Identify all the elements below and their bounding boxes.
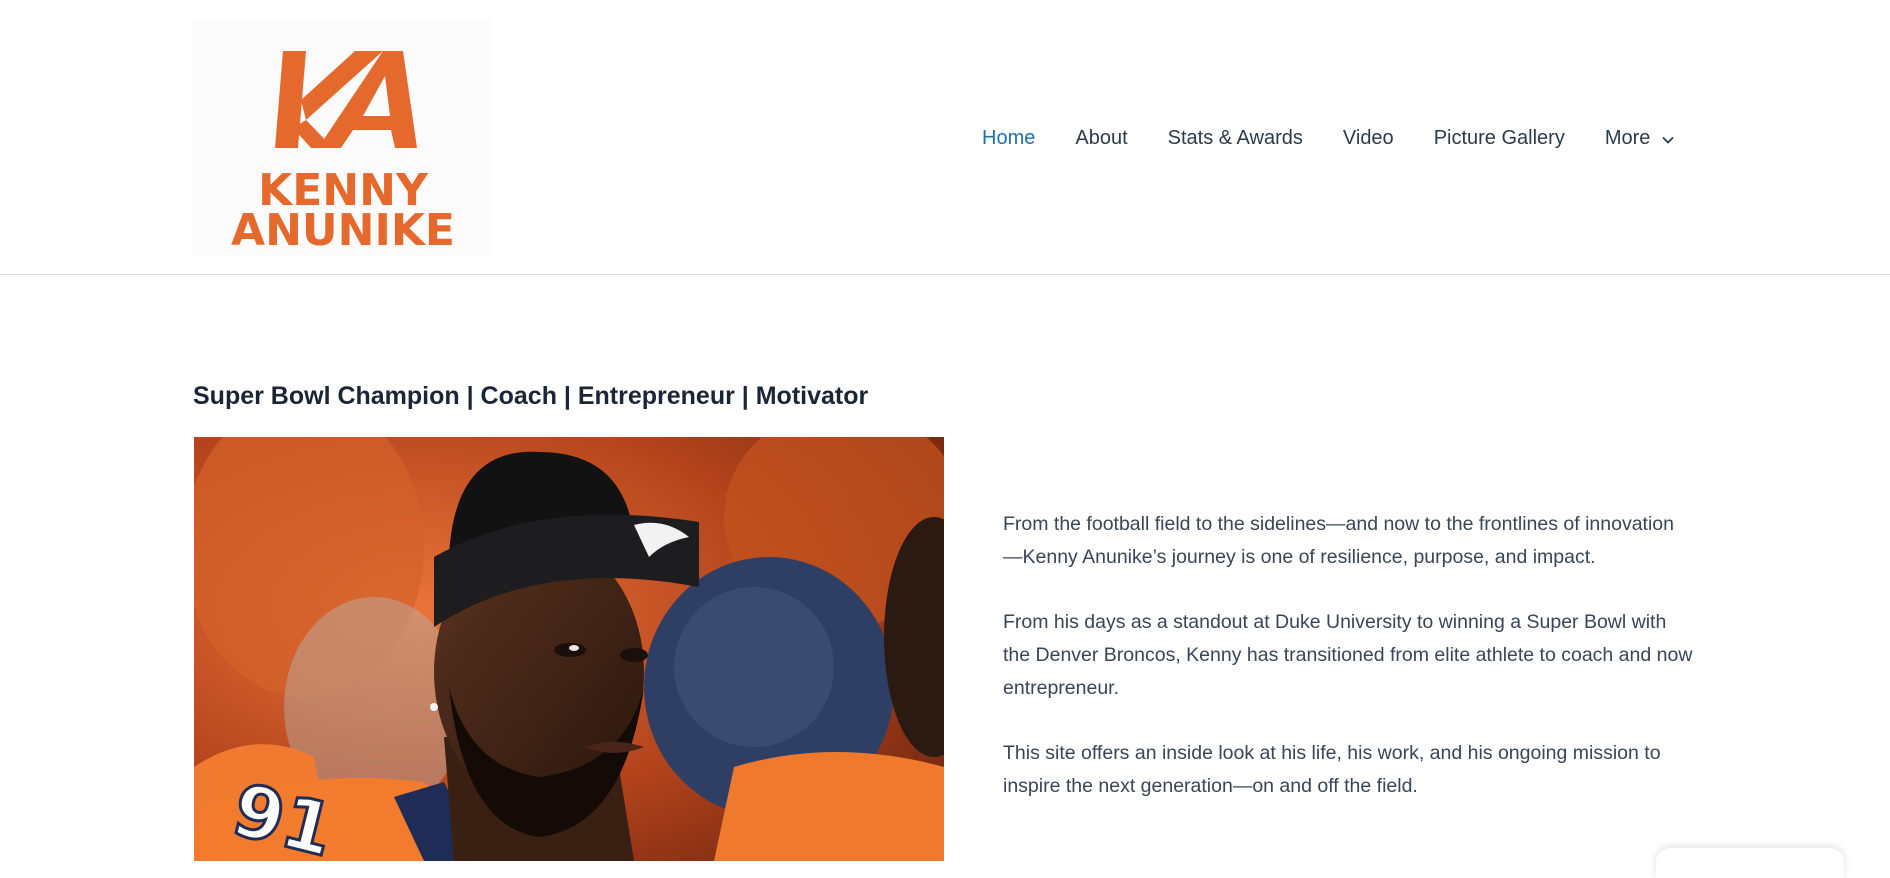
intro-text: From the football field to the sidelines…	[1003, 508, 1693, 835]
logo-line2: ANUNIKE	[231, 205, 455, 255]
logo-monogram	[275, 51, 417, 148]
chevron-down-icon	[1662, 127, 1675, 150]
chat-widget[interactable]	[1656, 848, 1844, 878]
logo-graphic: KENNY ANUNIKE	[231, 51, 455, 255]
nav-item-label: More	[1604, 126, 1651, 149]
nav-item-more[interactable]: More	[1605, 127, 1675, 150]
nav-item-video[interactable]: Video	[1343, 127, 1394, 150]
hero-photo: 91	[194, 437, 944, 861]
nav-item-label: About	[1075, 126, 1128, 149]
nav-item-label: Video	[1342, 126, 1394, 149]
page-headline: Super Bowl Champion | Coach | Entreprene…	[193, 382, 869, 410]
nav-item-label: Stats & Awards	[1167, 126, 1303, 149]
main-nav: Home About Stats & Awards Video Picture …	[982, 123, 1675, 153]
nav-item-home[interactable]: Home	[982, 127, 1035, 150]
nav-item-label: Picture Gallery	[1433, 126, 1565, 149]
main-content: Super Bowl Champion | Coach | Entreprene…	[0, 276, 1890, 878]
intro-paragraph: From his days as a standout at Duke Univ…	[1003, 611, 1693, 699]
intro-paragraph: This site offers an inside look at his l…	[1003, 742, 1661, 797]
site-logo[interactable]: KENNY ANUNIKE	[193, 20, 491, 255]
site-header: KENNY ANUNIKE Home About Stats & Awards …	[0, 0, 1890, 275]
intro-paragraph: From the football field to the sidelines…	[1003, 513, 1674, 568]
nav-item-stats-awards[interactable]: Stats & Awards	[1168, 127, 1303, 150]
nav-item-about[interactable]: About	[1075, 127, 1127, 150]
nav-item-picture-gallery[interactable]: Picture Gallery	[1434, 127, 1565, 150]
nav-item-label: Home	[982, 126, 1036, 149]
